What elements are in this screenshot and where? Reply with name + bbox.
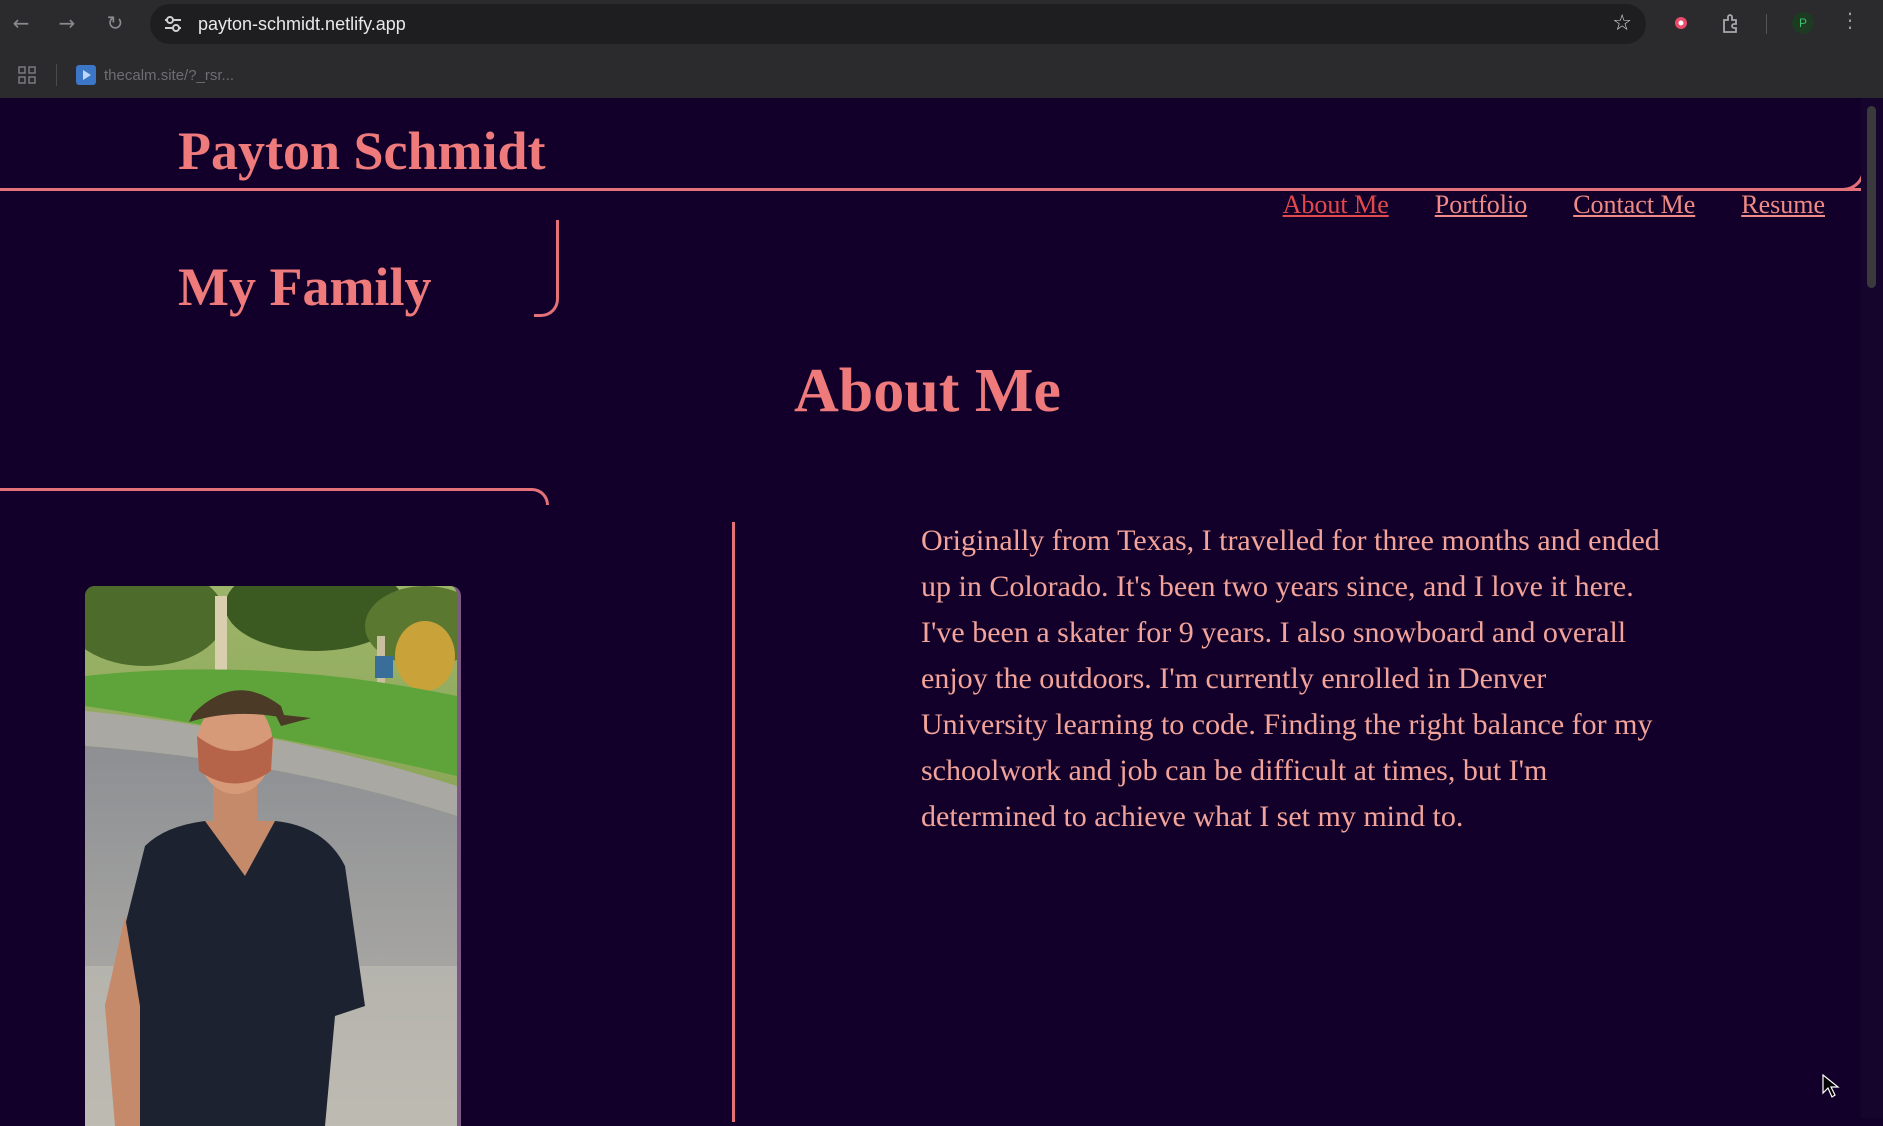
bookmarks-bar: thecalm.site/?_rsr... <box>0 54 1883 98</box>
section-divider-curve <box>510 488 549 505</box>
reload-icon[interactable]: ↻ <box>98 6 132 40</box>
back-icon[interactable]: ← <box>4 6 38 40</box>
section-divider <box>0 488 520 491</box>
nav-contact-me[interactable]: Contact Me <box>1573 190 1695 220</box>
nav-about-me[interactable]: About Me <box>1283 190 1389 220</box>
web-page: Payton Schmidt About Me Portfolio Contac… <box>0 98 1883 1126</box>
browser-chrome: ← → ↻ payton-schmidt.netlify.app ☆ P ⋮ t… <box>0 0 1883 98</box>
about-bio: Originally from Texas, I travelled for t… <box>921 524 1660 833</box>
page-title: About Me <box>794 357 1061 425</box>
page-scrollbar[interactable] <box>1861 98 1883 1118</box>
extensions-puzzle-icon[interactable] <box>1720 12 1742 34</box>
bookmarks-divider <box>56 64 57 86</box>
forward-icon[interactable]: → <box>50 6 84 40</box>
profile-avatar[interactable]: P <box>1792 12 1814 34</box>
site-settings-icon[interactable] <box>162 13 184 35</box>
bookmark-star-icon[interactable]: ☆ <box>1612 4 1632 44</box>
sidebar-title-border <box>534 220 559 317</box>
url-text[interactable]: payton-schmidt.netlify.app <box>198 4 406 44</box>
bookmark-item[interactable]: thecalm.site/?_rsr... <box>104 54 234 98</box>
column-divider <box>732 522 735 1122</box>
apps-grid-icon[interactable] <box>18 66 36 84</box>
toolbar-divider <box>1766 14 1767 34</box>
address-bar[interactable]: payton-schmidt.netlify.app ☆ <box>150 4 1646 44</box>
profile-photo <box>85 586 461 1126</box>
nav-resume[interactable]: Resume <box>1741 190 1825 220</box>
scrollbar-thumb[interactable] <box>1867 106 1876 288</box>
sidebar-title: My Family <box>178 257 432 317</box>
mouse-cursor-icon <box>1822 1074 1840 1098</box>
browser-menu-icon[interactable]: ⋮ <box>1840 8 1860 32</box>
site-title: Payton Schmidt <box>178 121 546 181</box>
bookmark-favicon-icon[interactable] <box>76 65 96 85</box>
main-nav: About Me Portfolio Contact Me Resume <box>1283 190 1825 220</box>
nav-portfolio[interactable]: Portfolio <box>1435 190 1527 220</box>
extension-icon[interactable] <box>1670 12 1692 34</box>
